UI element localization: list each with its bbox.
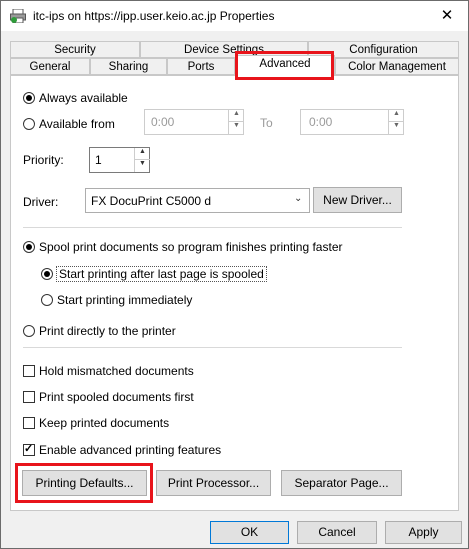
spool-label: Spool print documents so program finishe…: [39, 240, 343, 254]
print-spooled-first-label: Print spooled documents first: [39, 390, 194, 404]
priority-label: Priority:: [23, 153, 64, 167]
printing-defaults-highlight: [15, 463, 153, 503]
chevron-down-icon: ⌄: [294, 193, 303, 204]
hold-mismatched-label: Hold mismatched documents: [39, 364, 194, 378]
keep-printed-label: Keep printed documents: [39, 416, 170, 430]
tab-ports-label: Ports: [187, 61, 215, 73]
properties-window: itc-ips on https://ipp.user.keio.ac.jp P…: [0, 0, 469, 549]
tab-sharing-label: Sharing: [108, 61, 149, 73]
title-bar: itc-ips on https://ipp.user.keio.ac.jp P…: [1, 1, 468, 31]
tab-color-management[interactable]: Color Management: [335, 58, 459, 75]
driver-select[interactable]: FX DocuPrint C5000 d ⌄: [85, 188, 310, 213]
enable-advanced-label: Enable advanced printing features: [39, 443, 222, 457]
from-time-value: 0:00: [151, 115, 175, 129]
priority-value: 1: [95, 153, 102, 167]
tab-ports[interactable]: Ports: [167, 58, 235, 75]
keep-printed-checkbox[interactable]: [23, 417, 35, 429]
divider-1: [23, 227, 402, 228]
new-driver-button[interactable]: New Driver...: [313, 187, 402, 213]
advanced-tab-highlight: [235, 51, 334, 80]
always-available-label: Always available: [39, 91, 128, 105]
cancel-label: Cancel: [318, 525, 356, 539]
new-driver-label: New Driver...: [323, 193, 392, 207]
ok-button[interactable]: OK: [210, 521, 289, 544]
print-processor-button[interactable]: Print Processor...: [156, 470, 271, 496]
enable-advanced-checkbox[interactable]: [23, 442, 35, 456]
divider-2: [23, 347, 402, 348]
print-processor-label: Print Processor...: [167, 476, 260, 490]
print-directly-label: Print directly to the printer: [39, 324, 176, 338]
close-icon[interactable]: ✕: [437, 7, 457, 25]
window-title: itc-ips on https://ipp.user.keio.ac.jp P…: [33, 9, 275, 23]
apply-button[interactable]: Apply: [385, 521, 462, 544]
tab-configuration-label: Configuration: [349, 44, 418, 56]
priority-stepper[interactable]: 1 ▲ ▼: [89, 147, 150, 173]
start-immediately-label: Start printing immediately: [57, 293, 193, 307]
to-time-value: 0:00: [309, 115, 333, 129]
priority-up-icon[interactable]: ▲: [134, 148, 150, 160]
to-time-up-icon[interactable]: ▲: [388, 110, 404, 122]
ok-label: OK: [240, 525, 259, 539]
apply-label: Apply: [408, 525, 439, 539]
available-from-label: Available from: [39, 117, 115, 131]
to-label: To: [260, 116, 273, 130]
tab-color-management-label: Color Management: [348, 61, 446, 73]
separator-page-label: Separator Page...: [294, 476, 389, 490]
start-after-last-page-label: Start printing after last page is spoole…: [56, 266, 267, 282]
available-from-time[interactable]: 0:00 ▲ ▼: [144, 109, 244, 135]
from-time-up-icon[interactable]: ▲: [228, 110, 244, 122]
tab-general-label: General: [29, 61, 71, 73]
driver-value: FX DocuPrint C5000 d: [91, 194, 212, 208]
tab-security-label: Security: [54, 44, 96, 56]
tab-sharing[interactable]: Sharing: [90, 58, 167, 75]
priority-down-icon[interactable]: ▼: [134, 160, 150, 172]
start-immediately-radio[interactable]: [41, 294, 53, 306]
available-to-time[interactable]: 0:00 ▲ ▼: [300, 109, 404, 135]
tab-general[interactable]: General: [10, 58, 90, 75]
spool-radio[interactable]: [23, 241, 35, 253]
separator-page-button[interactable]: Separator Page...: [281, 470, 402, 496]
available-from-radio[interactable]: [23, 118, 35, 130]
cancel-button[interactable]: Cancel: [297, 521, 377, 544]
printer-icon: [10, 9, 26, 23]
always-available-radio[interactable]: [23, 92, 35, 104]
print-spooled-first-checkbox[interactable]: [23, 391, 35, 403]
from-time-down-icon[interactable]: ▼: [228, 122, 244, 134]
driver-label: Driver:: [23, 195, 59, 209]
hold-mismatched-checkbox[interactable]: [23, 365, 35, 377]
to-time-down-icon[interactable]: ▼: [388, 122, 404, 134]
start-after-last-page-radio[interactable]: [41, 268, 53, 280]
tab-security[interactable]: Security: [10, 41, 140, 58]
print-directly-radio[interactable]: [23, 325, 35, 337]
